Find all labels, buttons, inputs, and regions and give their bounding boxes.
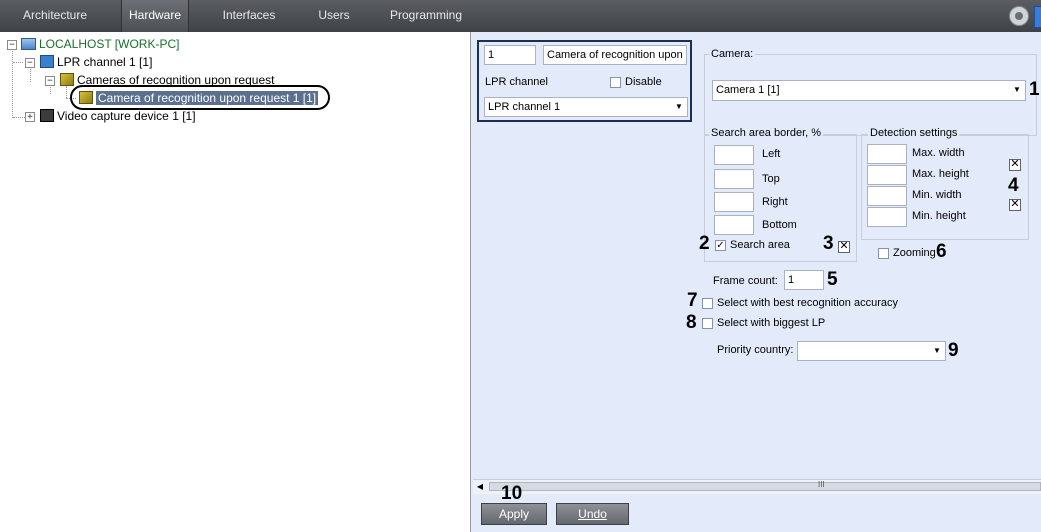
video-capture-icon [40, 109, 54, 122]
computer-icon [21, 38, 36, 50]
side-panel-toggle-icon[interactable] [1034, 6, 1041, 28]
scroll-left-icon[interactable]: ◀ [475, 480, 485, 494]
disable-checkbox[interactable] [610, 77, 621, 88]
search-bottom-label: Bottom [762, 219, 797, 231]
expand-root-icon[interactable]: − [7, 40, 17, 50]
camera-select-value: Camera 1 [1] [716, 84, 780, 96]
parent-label: LPR channel [485, 76, 548, 88]
camera-select[interactable]: Camera 1 [1] ▼ [712, 80, 1026, 101]
max-width-label: Max. width [912, 147, 965, 159]
frame-count-label: Frame count: [713, 275, 778, 287]
tree-node-localhost[interactable]: LOCALHOST [WORK-PC] [21, 36, 179, 52]
parent-select[interactable]: LPR channel 1 ▼ [484, 97, 688, 117]
search-left-label: Left [762, 148, 781, 160]
undo-button[interactable]: Undo [556, 503, 629, 525]
max-size-reset-icon[interactable]: ✕ [1009, 159, 1021, 171]
search-area-label: Search area [730, 239, 790, 251]
tree-label-lpr-channel: LPR channel 1 [1] [57, 55, 153, 69]
tab-architecture[interactable]: Architecture [14, 0, 96, 32]
chevron-down-icon: ▼ [1013, 85, 1021, 94]
search-area-reset-icon[interactable]: ✕ [838, 241, 850, 253]
lpr-channel-icon [40, 55, 54, 68]
camera-group-label: Camera: [709, 48, 756, 60]
chevron-down-icon: ▼ [675, 102, 683, 111]
min-width-label: Min. width [912, 189, 962, 201]
detection-settings-label: Detection settings [868, 127, 960, 139]
tree-label-localhost: LOCALHOST [WORK-PC] [39, 37, 180, 51]
tree-node-lpr-channel[interactable]: LPR channel 1 [1] [40, 54, 152, 70]
object-id-field[interactable]: 1 [484, 45, 536, 65]
callout-9: 9 [948, 340, 959, 361]
tree-label-camera-item: Camera of recognition upon request 1 [1] [96, 91, 319, 105]
tree-node-camera-item[interactable]: Camera of recognition upon request 1 [1] [79, 90, 319, 106]
expand-video-icon[interactable]: + [25, 112, 35, 122]
min-height-label: Min. height [912, 210, 966, 222]
callout-3: 3 [823, 233, 834, 254]
tab-interfaces[interactable]: Interfaces [217, 0, 281, 32]
tab-programming[interactable]: Programming [389, 0, 463, 32]
callout-6: 6 [936, 241, 947, 262]
cameras-group-icon [60, 73, 74, 86]
callout-5: 5 [827, 269, 838, 290]
biggest-lp-label: Select with biggest LP [717, 317, 826, 329]
search-bottom-field[interactable] [714, 215, 754, 235]
horizontal-scrollbar[interactable]: ◀ III [473, 479, 1041, 494]
search-area-checkbox[interactable]: ✓ [715, 240, 726, 251]
object-name-field[interactable]: Camera of recognition upon re [543, 45, 687, 65]
max-width-field[interactable] [867, 144, 907, 164]
expand-cameras-group-icon[interactable]: − [45, 76, 55, 86]
disable-label: Disable [625, 76, 662, 88]
chevron-down-icon: ▼ [933, 346, 941, 355]
search-top-label: Top [762, 173, 780, 185]
callout-7: 7 [687, 290, 698, 311]
search-top-field[interactable] [714, 169, 754, 189]
min-width-field[interactable] [867, 186, 907, 206]
callout-1: 1 [1029, 79, 1040, 100]
tab-hardware[interactable]: Hardware [121, 0, 189, 32]
camera-recognition-icon [79, 91, 93, 104]
scrollbar-thumb[interactable]: III [489, 480, 1041, 491]
apply-button[interactable]: Apply [481, 503, 547, 525]
callout-8: 8 [686, 312, 697, 333]
tree-label-video-capture: Video capture device 1 [1] [57, 109, 196, 123]
min-size-reset-icon[interactable]: ✕ [1009, 199, 1021, 211]
best-accuracy-label: Select with best recognition accuracy [717, 297, 898, 309]
tab-users[interactable]: Users [312, 0, 356, 32]
max-height-field[interactable] [867, 165, 907, 185]
main-tab-bar: Architecture Hardware Interfaces Users P… [0, 0, 1041, 32]
search-right-label: Right [762, 196, 788, 208]
zooming-label: Zooming [893, 247, 936, 259]
callout-10: 10 [501, 483, 523, 504]
settings-panel: 1 Camera of recognition upon re LPR chan… [471, 32, 1041, 532]
search-left-field[interactable] [714, 145, 754, 165]
frame-count-field[interactable]: 1 [784, 270, 824, 290]
priority-country-label: Priority country: [717, 344, 794, 356]
parent-select-value: LPR channel 1 [488, 101, 561, 113]
scrollbar-grip: III [818, 480, 825, 489]
biggest-lp-checkbox[interactable] [702, 318, 713, 329]
max-height-label: Max. height [912, 168, 969, 180]
hardware-tree: − LOCALHOST [WORK-PC] − LPR channel 1 [1… [0, 32, 471, 532]
settings-gear-icon[interactable] [1009, 6, 1029, 26]
min-height-field[interactable] [867, 207, 907, 227]
search-right-field[interactable] [714, 192, 754, 212]
expand-lpr-icon[interactable]: − [25, 58, 35, 68]
search-area-group-label: Search area border, % [709, 127, 824, 139]
callout-4: 4 [1008, 175, 1019, 196]
object-header-box: 1 Camera of recognition upon re LPR chan… [477, 40, 692, 122]
priority-country-select[interactable]: ▼ [797, 341, 946, 361]
best-accuracy-checkbox[interactable] [702, 298, 713, 309]
zooming-checkbox[interactable] [878, 248, 889, 259]
callout-2: 2 [699, 233, 710, 254]
tree-node-video-capture[interactable]: Video capture device 1 [1] [40, 108, 196, 124]
